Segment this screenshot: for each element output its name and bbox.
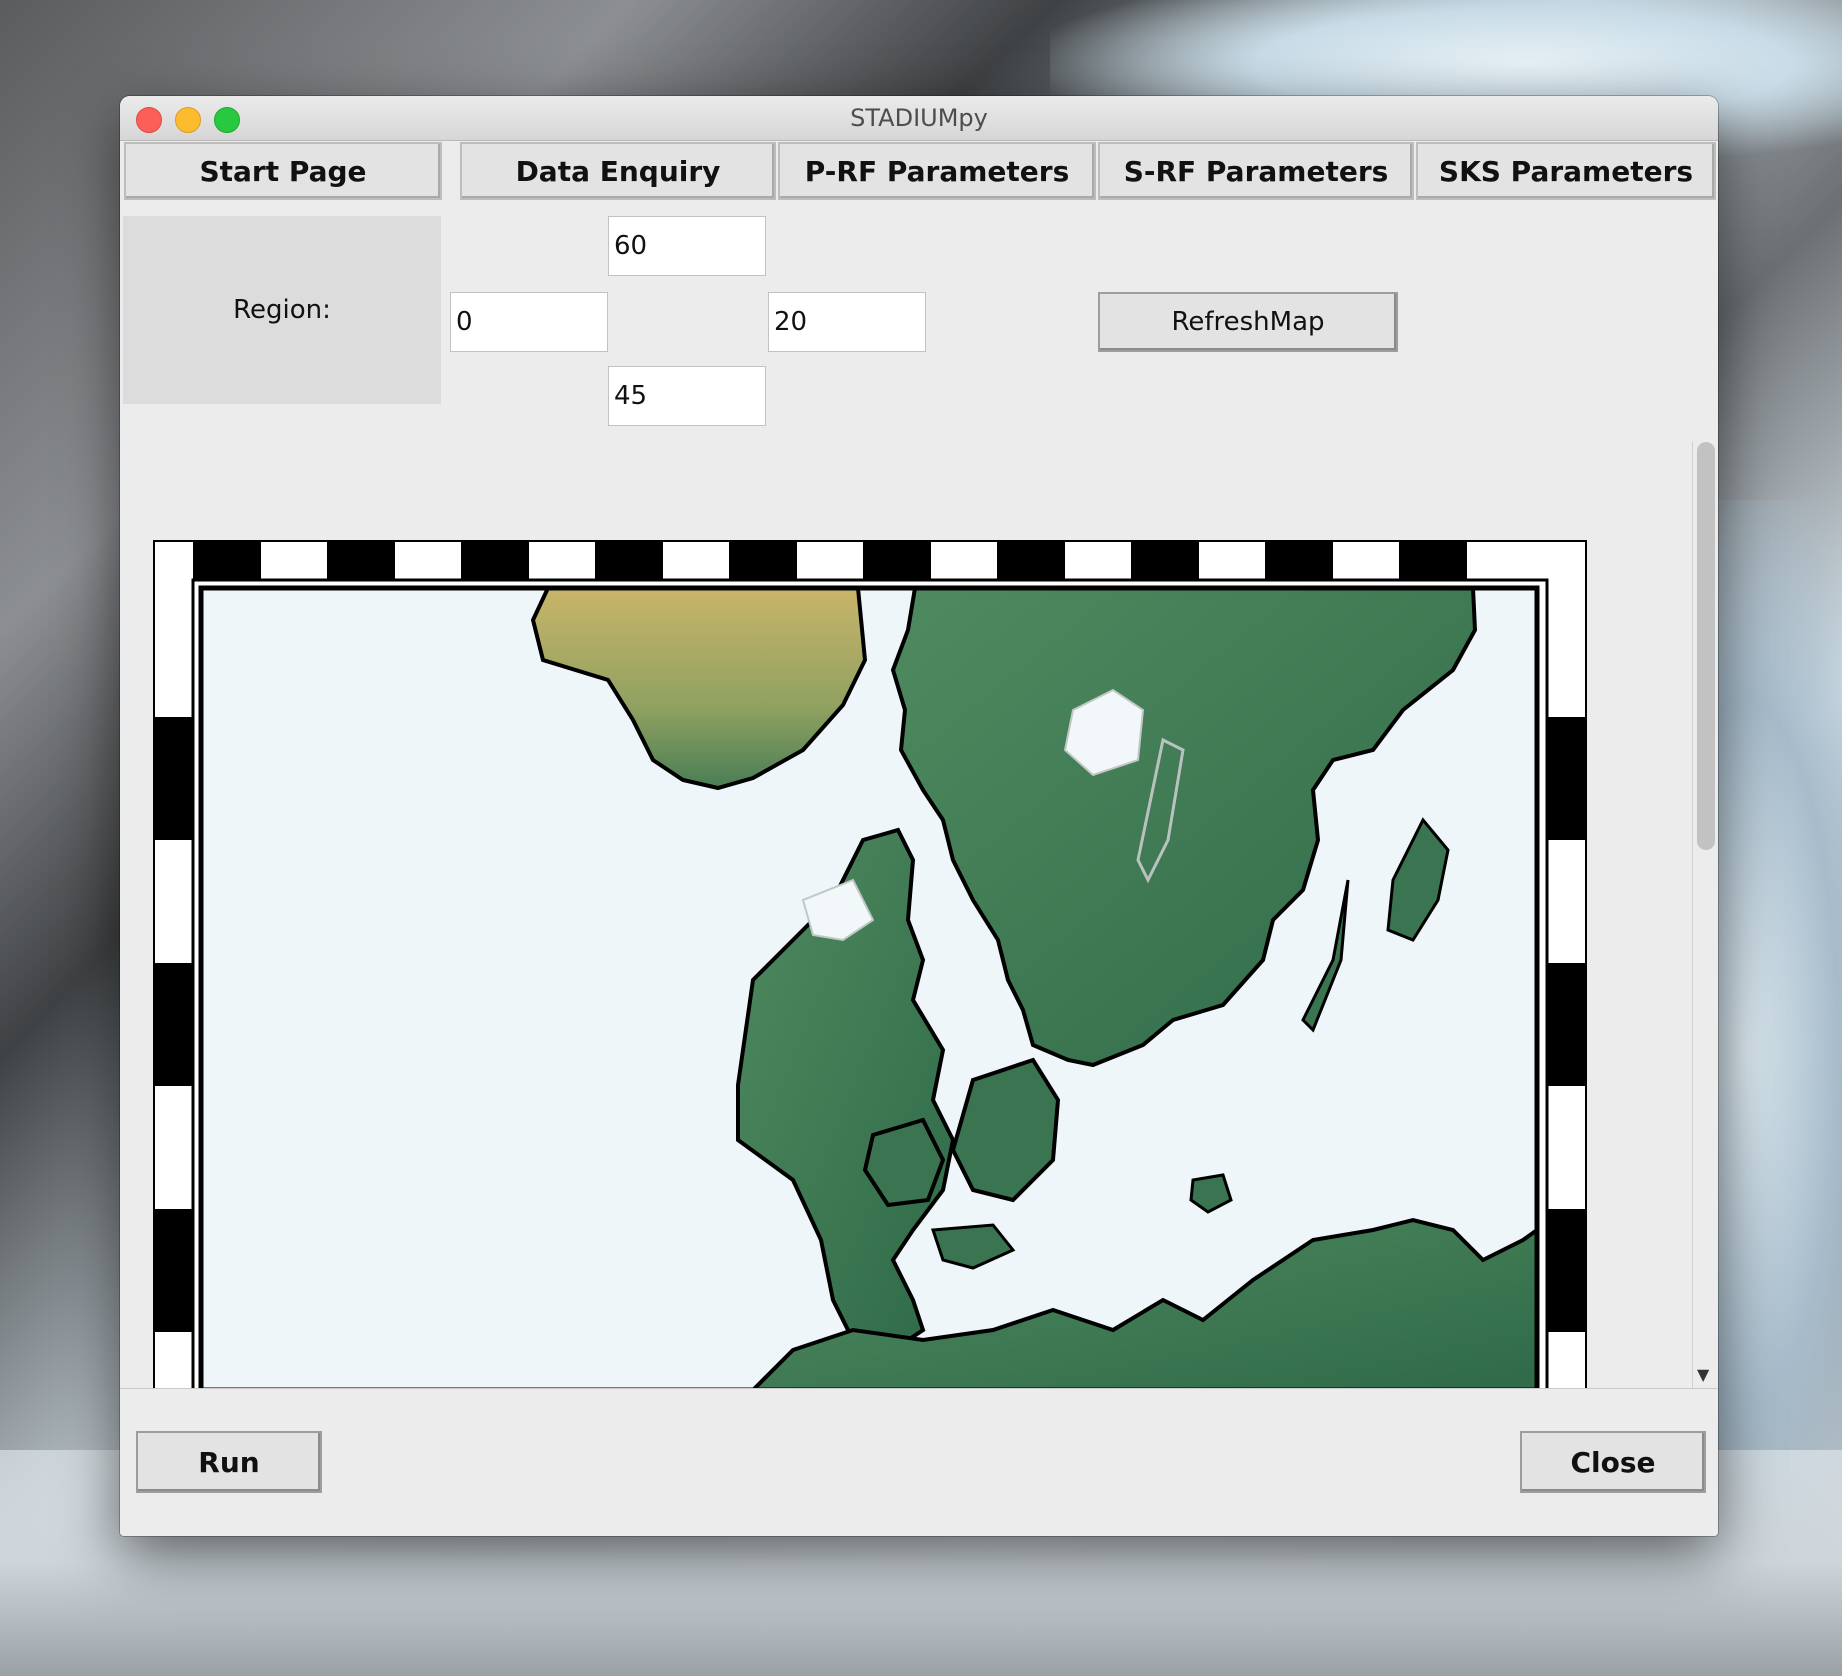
window-title: STADIUMpy [850, 104, 988, 132]
tab-start-page[interactable]: Start Page [124, 142, 442, 200]
scrollbar-thumb[interactable] [1697, 442, 1715, 850]
refresh-map-button[interactable]: RefreshMap [1098, 292, 1398, 352]
tab-data-enquiry[interactable]: Data Enquiry [460, 142, 776, 200]
run-button[interactable]: Run [136, 1431, 322, 1493]
tab-sks-parameters[interactable]: SKS Parameters [1416, 142, 1716, 200]
map-scroll-area[interactable]: ▼ [120, 442, 1718, 1390]
bottom-bar: Run Close [120, 1388, 1718, 1536]
close-button[interactable]: Close [1520, 1431, 1706, 1493]
title-bar[interactable]: STADIUMpy [120, 96, 1718, 141]
region-label: Region: [233, 295, 331, 325]
map-image [153, 540, 1587, 1390]
east-input[interactable] [768, 292, 926, 352]
west-input[interactable] [450, 292, 608, 352]
vertical-scrollbar[interactable]: ▼ [1692, 442, 1718, 1388]
tab-p-rf-parameters[interactable]: P-RF Parameters [778, 142, 1096, 200]
tab-s-rf-parameters[interactable]: S-RF Parameters [1098, 142, 1414, 200]
south-input[interactable] [608, 366, 766, 426]
region-panel: Region: [123, 216, 441, 404]
scroll-down-arrow-icon[interactable]: ▼ [1697, 1366, 1709, 1384]
app-window: STADIUMpy Start Page Data Enquiry P-RF P… [120, 96, 1718, 1536]
north-input[interactable] [608, 216, 766, 276]
relief-map-icon [153, 540, 1587, 1390]
